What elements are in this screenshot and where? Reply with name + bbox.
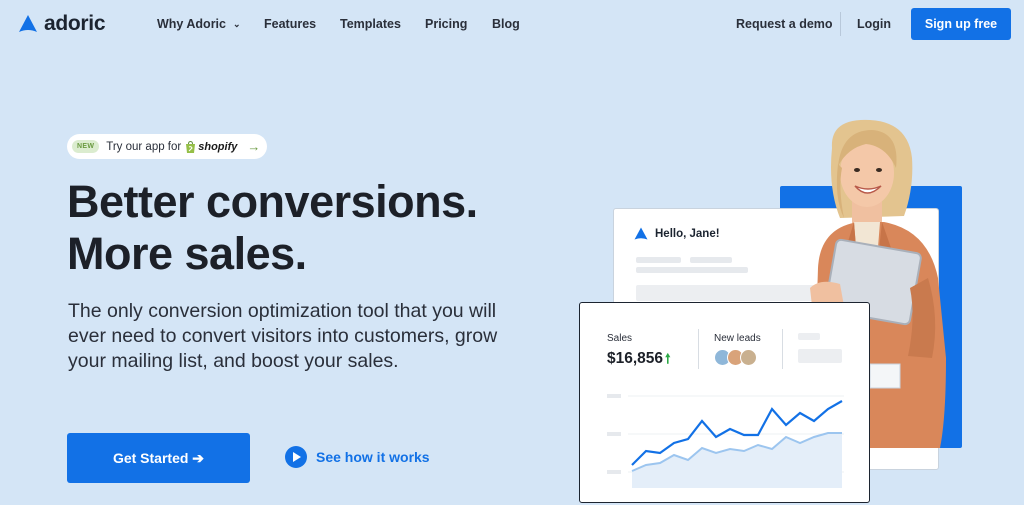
login-link[interactable]: Login <box>857 17 891 31</box>
y-tick-placeholder <box>607 470 621 474</box>
shopify-app-pill[interactable]: NEW Try our app for shopify → <box>67 134 267 159</box>
placeholder-line <box>636 257 681 263</box>
hero-subtext: The only conversion optimization tool th… <box>68 300 498 372</box>
shopify-text: shopify <box>198 140 238 153</box>
nav-pricing[interactable]: Pricing <box>425 17 467 31</box>
get-started-button[interactable]: Get Started ➔ <box>67 433 250 483</box>
nav-why-adoric-label: Why Adoric <box>157 17 226 31</box>
arrow-right-icon: → <box>247 139 261 154</box>
new-leads-label: New leads <box>714 333 761 344</box>
sales-label: Sales <box>607 333 633 344</box>
nav-why-adoric[interactable]: Why Adoric ⌄ <box>157 17 241 31</box>
top-nav: adoric Why Adoric ⌄ Features Templates Pr… <box>0 0 1024 48</box>
placeholder-line <box>636 267 748 273</box>
shopify-bag-icon <box>186 140 196 153</box>
request-demo-link[interactable]: Request a demo <box>736 17 833 31</box>
divider <box>698 329 699 369</box>
placeholder-block <box>636 285 814 301</box>
shopify-logo: shopify <box>185 140 238 153</box>
sales-line-chart <box>607 394 844 488</box>
y-tick-placeholder <box>607 432 621 436</box>
placeholder-line <box>690 257 732 263</box>
stats-card: Sales $16,856 🠕 New leads <box>579 302 870 503</box>
new-badge: NEW <box>72 140 100 153</box>
see-how-it-works-link[interactable]: See how it works <box>285 446 430 468</box>
divider <box>782 329 783 369</box>
hero-headline: Better conversions. More sales. <box>67 176 478 280</box>
logo-text: adoric <box>44 12 106 35</box>
avatar <box>740 349 757 366</box>
greeting-text: Hello, Jane! <box>655 227 720 240</box>
see-how-it-works-label: See how it works <box>316 449 430 465</box>
adoric-logo-icon <box>634 227 648 240</box>
headline-line-2: More sales. <box>67 228 307 279</box>
nav-blog[interactable]: Blog <box>492 17 520 31</box>
sales-value: $16,856 🠕 <box>607 350 671 372</box>
nav-templates[interactable]: Templates <box>340 17 401 31</box>
adoric-logo-icon <box>19 15 37 32</box>
signup-button[interactable]: Sign up free <box>911 8 1011 40</box>
email-greeting: Hello, Jane! <box>634 227 720 240</box>
y-tick-placeholder <box>607 394 621 398</box>
lead-avatars <box>714 349 757 366</box>
pill-text: Try our app for <box>106 140 182 153</box>
nav-features[interactable]: Features <box>264 17 316 31</box>
logo[interactable]: adoric <box>18 12 106 36</box>
placeholder-block <box>798 333 820 340</box>
headline-line-1: Better conversions. <box>67 176 478 227</box>
chevron-down-icon: ⌄ <box>232 19 241 29</box>
play-icon <box>285 446 307 468</box>
arrow-up-icon: 🠕 <box>665 351 671 366</box>
sales-value-text: $16,856 <box>607 350 664 367</box>
placeholder-block <box>798 349 842 363</box>
nav-divider <box>840 12 841 36</box>
